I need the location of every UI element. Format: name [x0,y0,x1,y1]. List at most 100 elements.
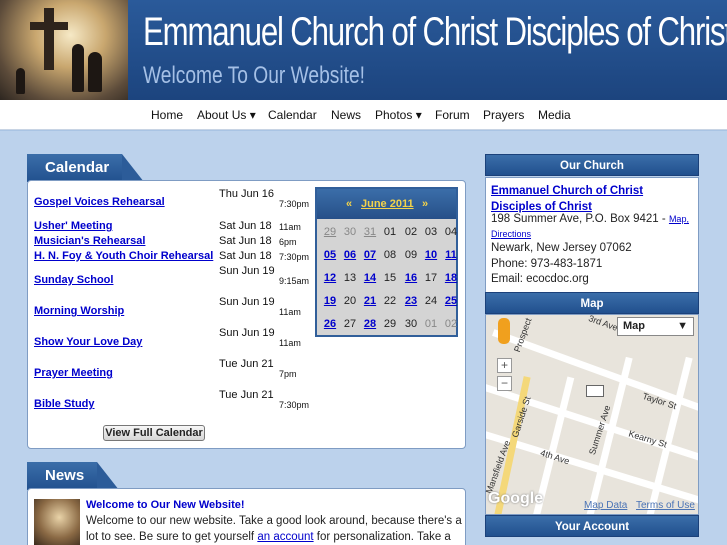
nav-calendar[interactable]: Calendar [268,108,317,122]
location-marker[interactable] [586,385,604,397]
event-link[interactable]: Musician's Rehearsal [34,235,145,247]
calendar-day[interactable]: 10 [421,249,441,261]
map-type-label: Map [623,320,645,332]
event-date: Tue Jun 21 [219,389,274,401]
our-church-panel: Emmanuel Church of Christ Disciples of C… [485,177,699,294]
calendar-day[interactable]: 05 [320,249,340,261]
zoom-in-button[interactable]: + [497,358,512,373]
prev-month-button[interactable]: « [346,198,352,210]
calendar-day[interactable]: 14 [360,272,380,284]
church-city: Newark, New Jersey 07062 [491,242,632,254]
nav-photos[interactable]: Photos ▾ [375,108,422,122]
event-link[interactable]: Show Your Love Day [34,336,142,348]
event-time: 11am [279,222,301,232]
street-view-pegman-icon[interactable] [498,318,510,344]
nav-about-us[interactable]: About Us ▾ [197,108,256,122]
calendar-day[interactable]: 23 [401,295,421,307]
directions-row: Directions [491,228,531,240]
calendar-day[interactable]: 19 [320,295,340,307]
calendar-day: 29 [383,318,397,330]
calendar-heading: Calendar [27,154,144,182]
event-link[interactable]: Usher' Meeting [34,220,112,232]
calendar-day: 01 [383,226,397,238]
cross-vertical [44,8,54,70]
event-date: Sun Jun 19 [219,327,275,339]
calendar-day: 03 [424,226,438,238]
event-link[interactable]: Morning Worship [34,305,124,317]
calendar-day: 17 [424,272,438,284]
calendar-day: 22 [383,295,397,307]
mini-calendar-month[interactable]: June 2011 [361,198,414,210]
calendar-day: 02 [444,318,458,330]
calendar-day: 04 [444,226,458,238]
calendar-day[interactable]: 06 [340,249,360,261]
nav-home[interactable]: Home [151,108,183,122]
main-nav: Home About Us ▾ Calendar News Photos ▾ F… [0,100,727,130]
figure-adult-1 [72,44,84,92]
calendar-day[interactable]: 29 [320,226,340,238]
event-time: 11am [279,338,301,348]
event-time: 6pm [279,237,297,247]
event-time: 9:15am [279,276,310,286]
map-link[interactable]: Map [669,214,687,224]
mini-calendar: « June 2011 » 29 30 31 01 02 03 04 05 06 07 08 09 10… [315,187,458,337]
calendar-day[interactable]: 28 [360,318,380,330]
event-date: Sat Jun 18 [219,250,272,262]
figure-child [16,68,25,94]
site-header: Emmanuel Church of Christ Disciples of C… [0,0,727,100]
calendar-day[interactable]: 25 [441,295,461,307]
news-heading: News [27,462,119,490]
news-panel: Welcome to Our New Website! Welcome to o… [27,488,466,545]
calendar-day: 30 [404,318,418,330]
zoom-out-button[interactable]: − [497,376,512,391]
terms-of-use-link[interactable]: Terms of Use [636,500,695,511]
chevron-down-icon: ▾ [412,108,422,122]
map-data-link[interactable]: Map Data [584,500,627,511]
event-link[interactable]: Prayer Meeting [34,367,113,379]
account-link[interactable]: an account [257,531,313,543]
event-link[interactable]: Bible Study [34,398,95,410]
nav-news[interactable]: News [331,108,361,122]
event-link[interactable]: H. N. Foy & Youth Choir Rehearsal [34,250,213,262]
address-text: 198 Summer Ave, P.O. Box 9421 - [491,213,669,225]
nav-media[interactable]: Media [538,108,571,122]
calendar-day[interactable]: 11 [441,249,461,261]
event-date: Sat Jun 18 [219,220,272,232]
event-date: Tue Jun 21 [219,358,274,370]
map-type-select[interactable]: Map ▼ [617,317,694,336]
site-subtitle: Welcome To Our Website! [143,62,365,89]
calendar-day: 20 [343,295,357,307]
calendar-day: 15 [383,272,397,284]
calendar-day[interactable]: 21 [360,295,380,307]
directions-link[interactable]: Directions [491,229,531,239]
news-title-link[interactable]: Welcome to Our New Website! [86,499,245,511]
calendar-day: 02 [404,226,418,238]
your-account-heading: Your Account [485,515,699,537]
news-thumbnail-praying-hands [34,499,80,545]
mini-calendar-header: « June 2011 » [317,189,456,219]
calendar-day[interactable]: 26 [320,318,340,330]
calendar-day[interactable]: 31 [360,226,380,238]
event-time: 7:30pm [279,400,310,410]
news-text: lot to see. Be sure to get yourself an a… [86,531,451,543]
calendar-day: 13 [343,272,357,284]
map-heading: Map [485,292,699,314]
church-name-link[interactable]: Emmanuel Church of Christ Disciples of C… [491,183,695,215]
event-time: 7:30pm [279,252,310,262]
event-link[interactable]: Gospel Voices Rehearsal [34,196,165,208]
nav-forum[interactable]: Forum [435,108,470,122]
calendar-day[interactable]: 18 [441,272,461,284]
next-month-button[interactable]: » [422,198,428,210]
calendar-day[interactable]: 07 [360,249,380,261]
header-photo-cross-family [0,0,128,100]
event-link[interactable]: Sunday School [34,274,113,286]
event-time: 7:30pm [279,199,310,209]
comma: , [686,214,689,224]
calendar-day[interactable]: 12 [320,272,340,284]
view-full-calendar-button[interactable]: View Full Calendar [103,425,205,441]
nav-prayers[interactable]: Prayers [483,108,524,122]
calendar-day[interactable]: 16 [401,272,421,284]
google-logo: Google [488,490,544,507]
church-email: Email: ecocdoc.org [491,273,589,285]
chevron-down-icon: ▼ [677,320,688,332]
